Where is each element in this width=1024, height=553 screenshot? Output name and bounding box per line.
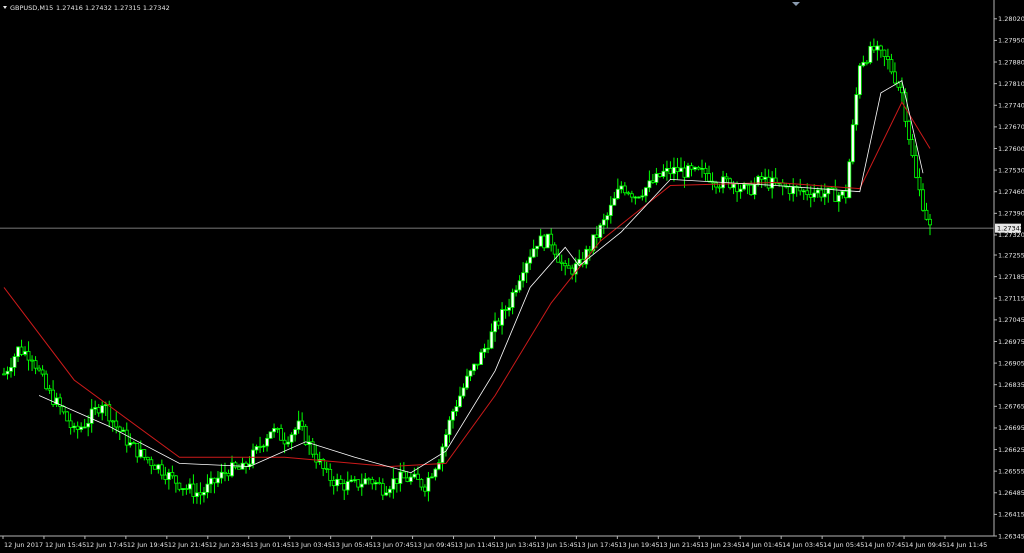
time-axis-label: 14 Jun 07:45 bbox=[864, 541, 905, 549]
current-price-label: 1.27342 bbox=[997, 224, 1024, 232]
time-axis-label: 14 Jun 01:45 bbox=[741, 541, 782, 549]
price-axis-label: 1.27670 bbox=[998, 123, 1024, 131]
time-axis-label: 14 Jun 03:45 bbox=[782, 541, 823, 549]
price-axis-label: 1.27115 bbox=[998, 295, 1024, 303]
price-axis-label: 1.27600 bbox=[998, 145, 1024, 153]
price-axis-label: 1.27950 bbox=[998, 37, 1024, 45]
time-axis-label: 13 Jun 09:45 bbox=[414, 541, 455, 549]
time-axis-label: 12 Jun 17:45 bbox=[86, 541, 127, 549]
time-axis-label: 12 Jun 19:45 bbox=[127, 541, 168, 549]
candlestick-chart[interactable]: 1.28020 1.27950 1.27880 1.27810 1.27740 1.276… bbox=[0, 0, 1024, 553]
time-axis-label: 14 Jun 11:45 bbox=[946, 541, 987, 549]
price-axis-label: 1.27185 bbox=[998, 273, 1024, 281]
price-axis-label: 1.26345 bbox=[998, 532, 1024, 540]
price-axis-label: 1.27045 bbox=[998, 316, 1024, 324]
price-axis[interactable]: 1.28020 1.27950 1.27880 1.27810 1.27740 1.276… bbox=[994, 15, 1024, 540]
candle bbox=[850, 119, 855, 165]
time-axis-label: 12 Jun 15:45 bbox=[45, 541, 86, 549]
candle bbox=[857, 63, 862, 99]
chart-header: GBPUSD,M15 1.27416 1.27432 1.27315 1.273… bbox=[3, 4, 170, 12]
current-price-tag: 1.27342 bbox=[995, 223, 1024, 233]
time-axis-label: 13 Jun 11:45 bbox=[455, 541, 496, 549]
price-axis-label: 1.28020 bbox=[998, 15, 1024, 23]
price-axis-label: 1.27460 bbox=[998, 188, 1024, 196]
symbol-timeframe: GBPUSD,M15 bbox=[10, 4, 53, 12]
time-axis-label: 13 Jun 19:45 bbox=[618, 541, 659, 549]
price-axis-label: 1.26765 bbox=[998, 403, 1024, 411]
time-axis-label: 13 Jun 13:45 bbox=[495, 541, 536, 549]
time-axis-label: 13 Jun 15:45 bbox=[536, 541, 577, 549]
price-axis-label: 1.27810 bbox=[998, 80, 1024, 88]
price-axis-label: 1.26695 bbox=[998, 424, 1024, 432]
price-axis-label: 1.26555 bbox=[998, 467, 1024, 475]
price-axis-label: 1.26835 bbox=[998, 381, 1024, 389]
price-axis-label: 1.26415 bbox=[998, 511, 1024, 519]
price-axis-label: 1.26625 bbox=[998, 446, 1024, 454]
candle bbox=[268, 431, 273, 439]
time-axis-label: 12 Jun 23:45 bbox=[209, 541, 250, 549]
time-axis-label: 12 Jun 2017 bbox=[4, 541, 43, 549]
time-axis-label: 13 Jun 07:45 bbox=[373, 541, 414, 549]
time-axis-label: 14 Jun 05:45 bbox=[823, 541, 864, 549]
candle bbox=[65, 410, 70, 422]
price-axis-label: 1.27255 bbox=[998, 251, 1024, 259]
time-axis[interactable]: 12 Jun 2017 12 Jun 15:45 12 Jun 17:45 12 Ju… bbox=[2, 536, 987, 549]
time-axis-label: 14 Jun 09:45 bbox=[905, 541, 946, 549]
price-axis-label: 1.27740 bbox=[998, 102, 1024, 110]
price-axis-label: 1.26485 bbox=[998, 489, 1024, 497]
price-axis-label: 1.27880 bbox=[998, 58, 1024, 66]
candle bbox=[847, 158, 852, 199]
ohlc-values: 1.27416 1.27432 1.27315 1.27342 bbox=[56, 4, 170, 12]
time-axis-label: 13 Jun 01:45 bbox=[250, 541, 291, 549]
chart-window[interactable]: 1.28020 1.27950 1.27880 1.27810 1.27740 1.276… bbox=[0, 0, 1024, 553]
chart-plot-area[interactable] bbox=[0, 0, 994, 536]
time-axis-label: 12 Jun 21:45 bbox=[168, 541, 209, 549]
price-axis-label: 1.27390 bbox=[998, 210, 1024, 218]
candle bbox=[545, 233, 550, 249]
time-axis-label: 13 Jun 05:45 bbox=[332, 541, 373, 549]
time-axis-label: 13 Jun 23:45 bbox=[700, 541, 741, 549]
price-axis-label: 1.26975 bbox=[998, 338, 1024, 346]
time-axis-label: 13 Jun 17:45 bbox=[577, 541, 618, 549]
price-axis-label: 1.26905 bbox=[998, 359, 1024, 367]
time-axis-label: 13 Jun 21:45 bbox=[659, 541, 700, 549]
price-axis-label: 1.27530 bbox=[998, 166, 1024, 174]
time-axis-label: 13 Jun 03:45 bbox=[291, 541, 332, 549]
